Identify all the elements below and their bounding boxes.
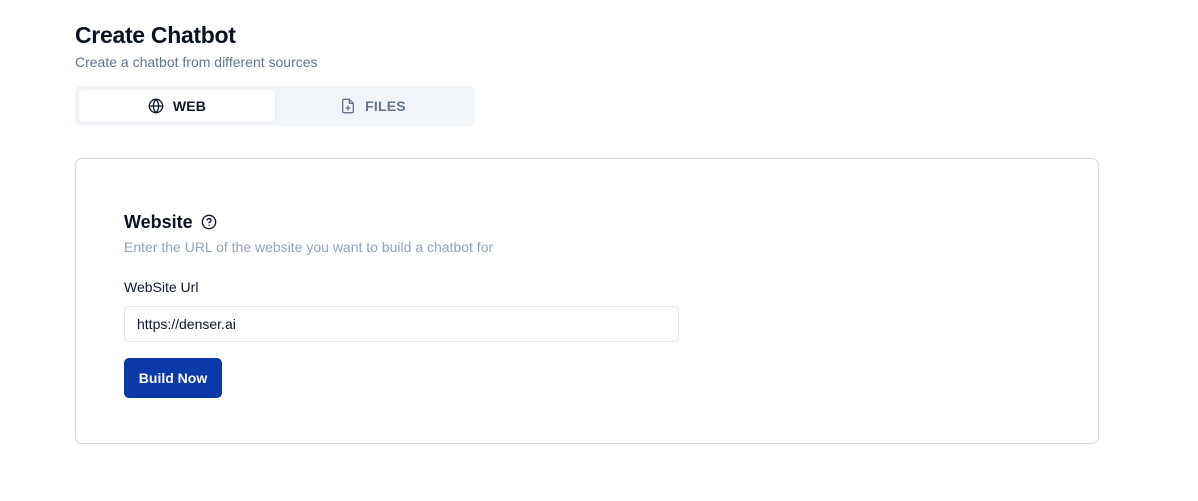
section-description: Enter the URL of the website you want to… xyxy=(124,239,494,255)
section-title: Website xyxy=(124,212,193,232)
build-now-button[interactable]: Build Now xyxy=(124,358,222,398)
page-header: Create Chatbot Create a chatbot from dif… xyxy=(75,20,318,71)
url-field-label: WebSite Url xyxy=(124,279,199,295)
url-input[interactable] xyxy=(124,306,679,342)
page-subtitle: Create a chatbot from different sources xyxy=(75,54,318,70)
tab-web-label: WEB xyxy=(172,98,207,114)
website-form: Website Enter the URL of the website you… xyxy=(124,211,679,398)
file-plus-icon xyxy=(340,98,356,114)
section-title-row: Website xyxy=(124,211,679,233)
page-title: Create Chatbot xyxy=(75,22,236,48)
tab-web[interactable]: WEB xyxy=(79,90,275,122)
tab-files[interactable]: FILES xyxy=(275,90,471,122)
source-tabs: WEB FILES xyxy=(75,86,475,126)
website-card: Website Enter the URL of the website you… xyxy=(75,158,1099,444)
globe-icon xyxy=(148,98,164,114)
help-circle-icon[interactable] xyxy=(201,214,217,230)
tab-files-label: FILES xyxy=(365,98,406,114)
